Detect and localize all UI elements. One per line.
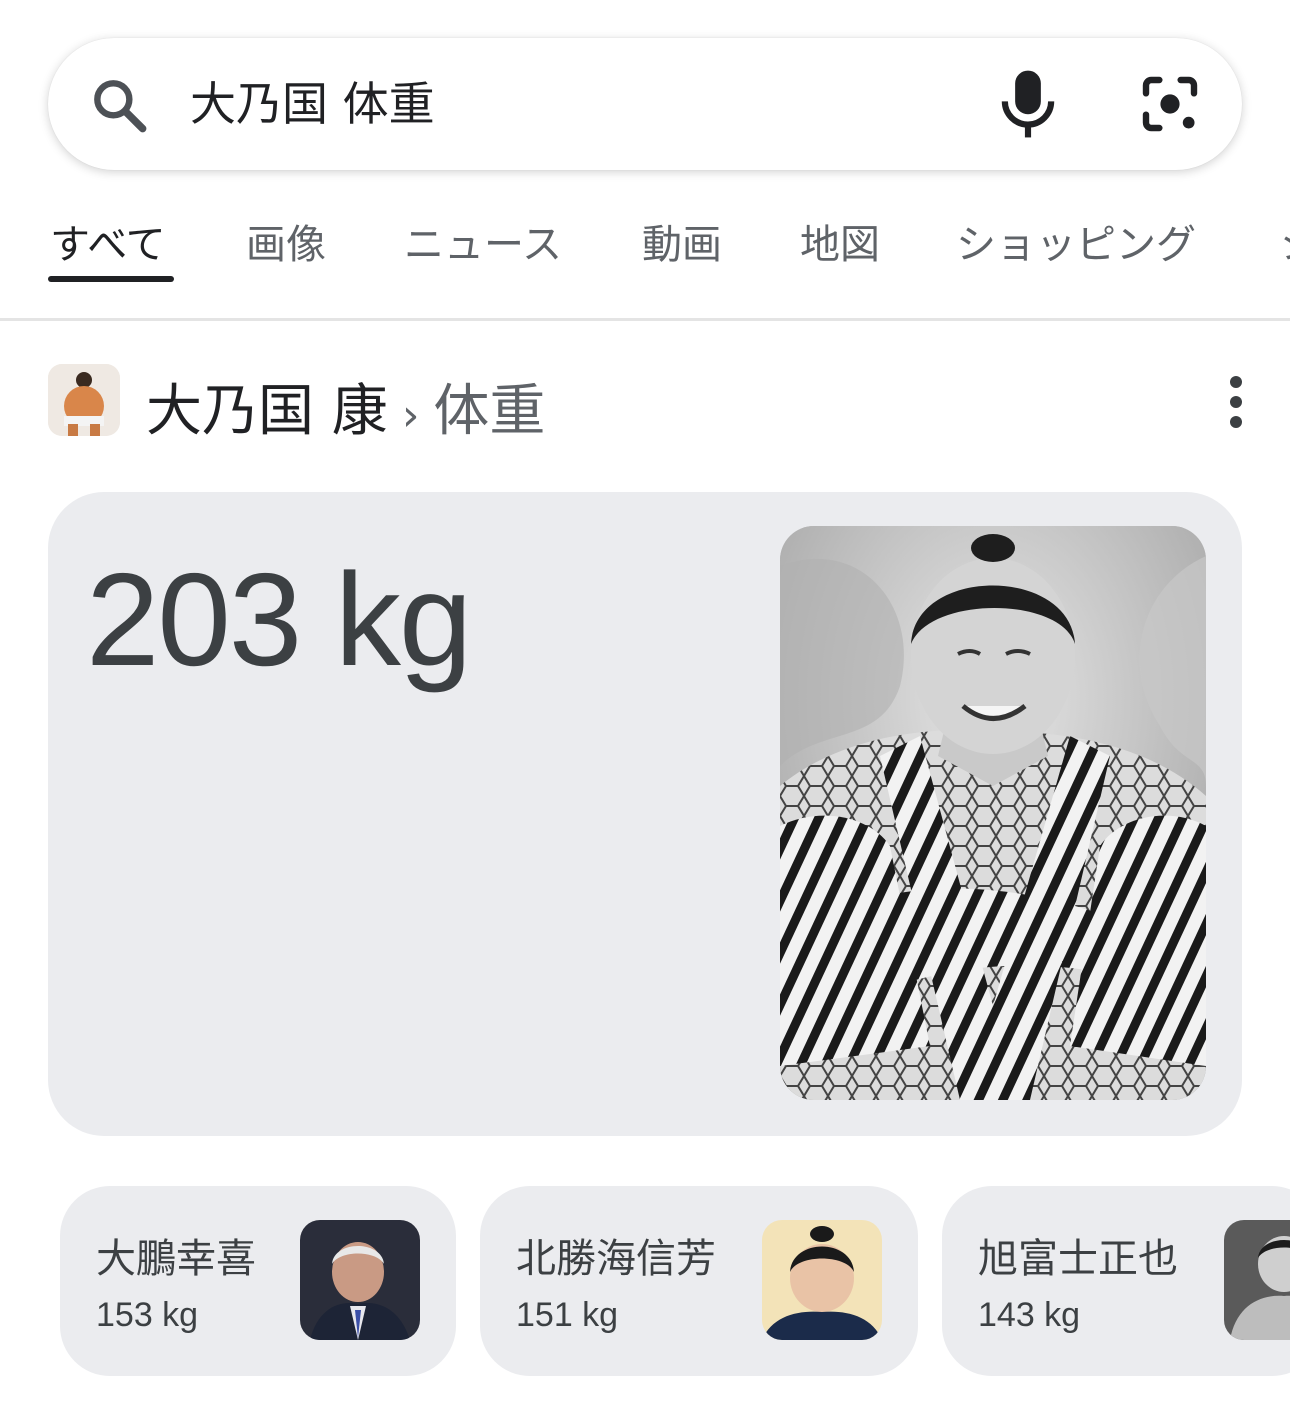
more-vert-icon[interactable] <box>1220 372 1252 432</box>
related-person-chip[interactable]: 大鵬幸喜 153 kg <box>60 1186 456 1376</box>
related-person-photo <box>300 1220 420 1340</box>
related-person-photo <box>1224 1220 1290 1340</box>
camera-lens-icon[interactable] <box>1138 72 1202 136</box>
answer-value: 203 kg <box>86 546 472 693</box>
related-person-name: 大鵬幸喜 <box>96 1236 256 1282</box>
search-icon[interactable] <box>88 74 152 138</box>
tab-videos[interactable]: 動画 <box>642 212 722 270</box>
related-person-chip[interactable]: 旭富士正也 143 kg <box>942 1186 1290 1376</box>
related-person-weight: 153 kg <box>96 1296 199 1334</box>
entity-attribute: 体重 <box>433 379 546 444</box>
entity-thumbnail[interactable] <box>48 364 120 436</box>
tab-images[interactable]: 画像 <box>246 212 326 270</box>
related-person-weight: 151 kg <box>516 1296 619 1334</box>
tab-overflow[interactable]: シ <box>1280 212 1290 270</box>
breadcrumb-separator: › <box>401 390 420 441</box>
tab-news[interactable]: ニュース <box>404 212 562 270</box>
related-person-name: 北勝海信芳 <box>516 1236 716 1282</box>
related-person-photo <box>762 1220 882 1340</box>
search-input[interactable]: 大乃国 体重 <box>190 68 435 134</box>
microphone-icon[interactable] <box>996 68 1060 140</box>
search-tabs: すべて 画像 ニュース 動画 地図 ショッピング シ <box>0 190 1290 321</box>
entity-name[interactable]: 大乃国 康 <box>146 379 388 444</box>
active-tab-indicator <box>48 276 174 282</box>
entity-breadcrumb: 大乃国 康 › 体重 <box>146 366 545 447</box>
tab-maps[interactable]: 地図 <box>800 212 880 270</box>
related-person-chip[interactable]: 北勝海信芳 151 kg <box>480 1186 918 1376</box>
tab-all[interactable]: すべて <box>50 212 166 270</box>
related-person-weight: 143 kg <box>978 1296 1081 1334</box>
answer-card: 203 kg <box>48 492 1242 1136</box>
entity-photo[interactable] <box>780 526 1206 1100</box>
related-person-name: 旭富士正也 <box>978 1236 1178 1282</box>
tab-shopping[interactable]: ショッピング <box>956 212 1196 270</box>
